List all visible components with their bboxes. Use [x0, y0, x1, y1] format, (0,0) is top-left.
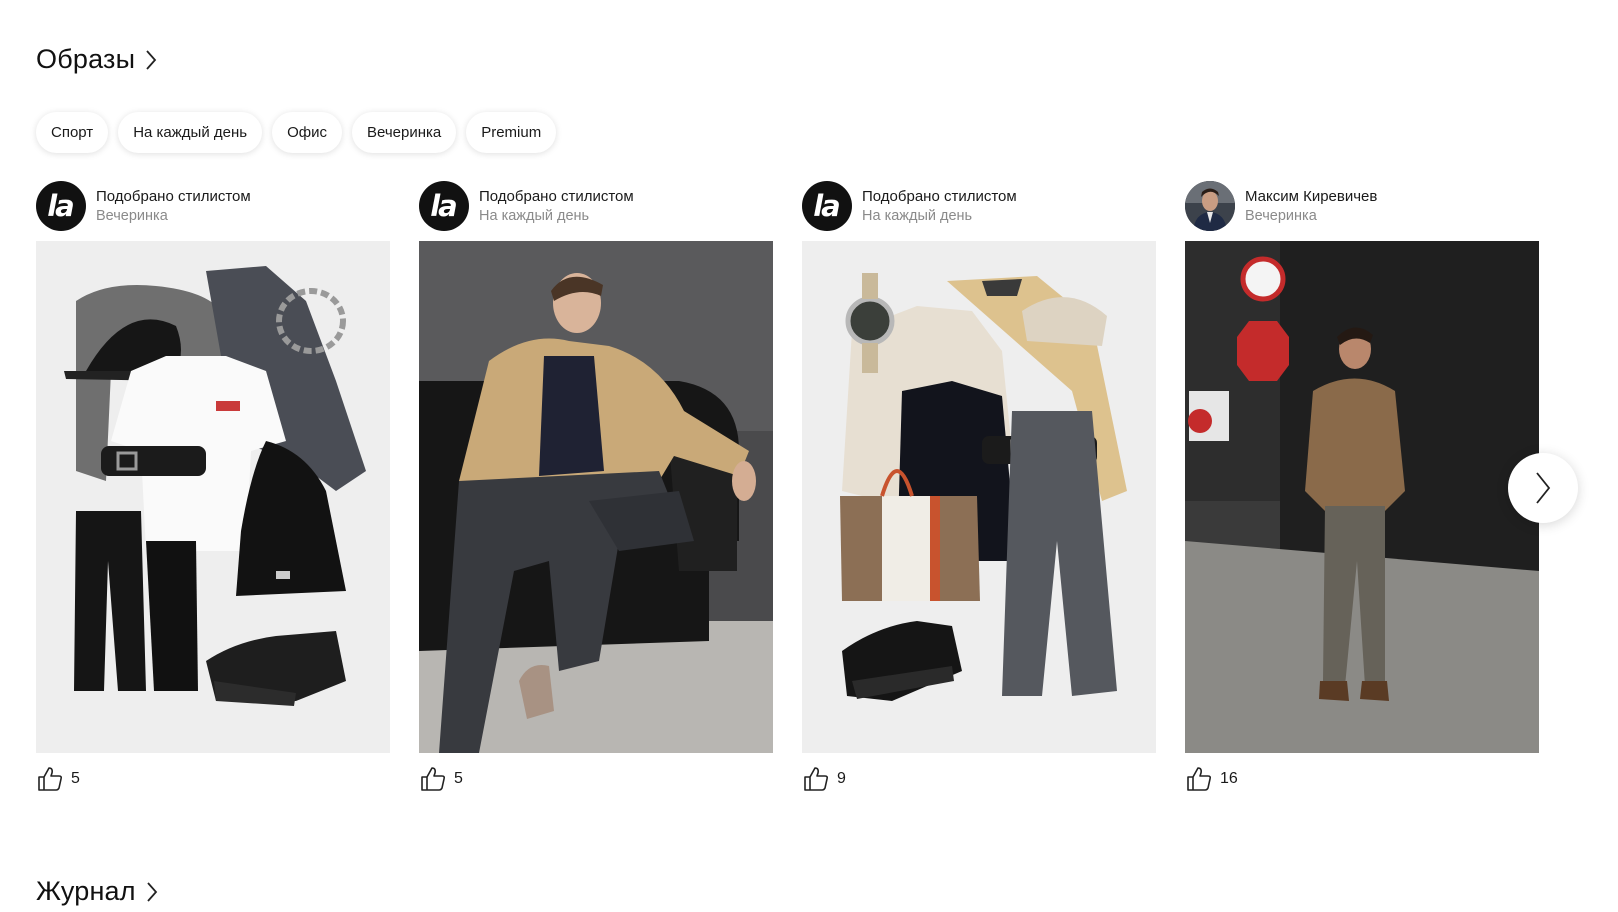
look-category: На каждый день: [862, 208, 973, 224]
filter-chip-premium[interactable]: Premium: [466, 112, 557, 153]
carousel-next-button[interactable]: [1508, 453, 1578, 523]
brand-logo-text: la: [813, 189, 840, 223]
author-name: Подобрано стилистом: [96, 188, 251, 205]
thumbs-up-icon: [1187, 767, 1212, 791]
outfit-flatlay-illustration: [802, 241, 1156, 753]
outfit-flatlay-illustration: [36, 241, 390, 753]
look-category: Вечеринка: [1245, 208, 1317, 224]
look-category: Вечеринка: [96, 208, 168, 224]
brand-logo-avatar: la: [802, 181, 852, 231]
thumbs-up-icon: [38, 767, 63, 791]
look-card[interactable]: la Подобрано стилистом На каждый день: [419, 181, 773, 793]
like-button[interactable]: 5: [419, 765, 463, 793]
journal-section-link[interactable]: Журнал: [36, 876, 158, 907]
user-avatar: [1185, 181, 1235, 231]
look-author[interactable]: la Подобрано стилистом На каждый день: [802, 181, 1156, 231]
like-count: 16: [1220, 770, 1238, 787]
look-author[interactable]: Максим Киревичев Вечеринка: [1185, 181, 1539, 231]
author-name: Максим Киревичев: [1245, 188, 1378, 205]
chevron-right-icon: [147, 881, 157, 902]
look-author[interactable]: la Подобрано стилистом На каждый день: [419, 181, 773, 231]
looks-section-link[interactable]: Образы: [36, 44, 157, 75]
look-image[interactable]: [802, 241, 1156, 753]
looks-section-title: Образы: [36, 44, 136, 74]
look-card[interactable]: la Подобрано стилистом На каждый день: [802, 181, 1156, 793]
journal-section-title: Журнал: [36, 876, 136, 906]
like-button[interactable]: 16: [1185, 765, 1238, 793]
look-filters: Спорт На каждый день Офис Вечеринка Prem…: [36, 112, 557, 153]
brand-logo-avatar: la: [419, 181, 469, 231]
filter-chip-sport[interactable]: Спорт: [36, 112, 109, 153]
author-name: Подобрано стилистом: [479, 188, 634, 205]
filter-chip-everyday[interactable]: На каждый день: [118, 112, 263, 153]
look-card[interactable]: Максим Киревичев Вечеринка 16: [1185, 181, 1539, 793]
look-image[interactable]: [1185, 241, 1539, 753]
brand-logo-text: la: [430, 189, 457, 223]
like-count: 5: [454, 770, 463, 787]
look-author[interactable]: la Подобрано стилистом Вечеринка: [36, 181, 390, 231]
like-button[interactable]: 9: [802, 765, 846, 793]
look-image[interactable]: [419, 241, 773, 753]
look-image[interactable]: [36, 241, 390, 753]
author-name: Подобрано стилистом: [862, 188, 1017, 205]
looks-carousel: la Подобрано стилистом Вечеринка 5 la По…: [36, 181, 1539, 793]
brand-logo-avatar: la: [36, 181, 86, 231]
look-category: На каждый день: [479, 208, 590, 224]
chevron-right-icon: [146, 49, 157, 70]
thumbs-up-icon: [804, 767, 829, 791]
like-count: 5: [71, 770, 80, 787]
filter-chip-office[interactable]: Офис: [272, 112, 342, 153]
brand-logo-text: la: [47, 189, 74, 223]
street-photo-illustration: [1185, 241, 1539, 753]
thumbs-up-icon: [421, 767, 446, 791]
user-photo: [1185, 181, 1235, 231]
model-photo-illustration: [419, 241, 773, 753]
filter-chip-party[interactable]: Вечеринка: [351, 112, 457, 153]
look-card[interactable]: la Подобрано стилистом Вечеринка 5: [36, 181, 390, 793]
chevron-right-icon: [1536, 472, 1551, 504]
like-button[interactable]: 5: [36, 765, 80, 793]
like-count: 9: [837, 770, 846, 787]
